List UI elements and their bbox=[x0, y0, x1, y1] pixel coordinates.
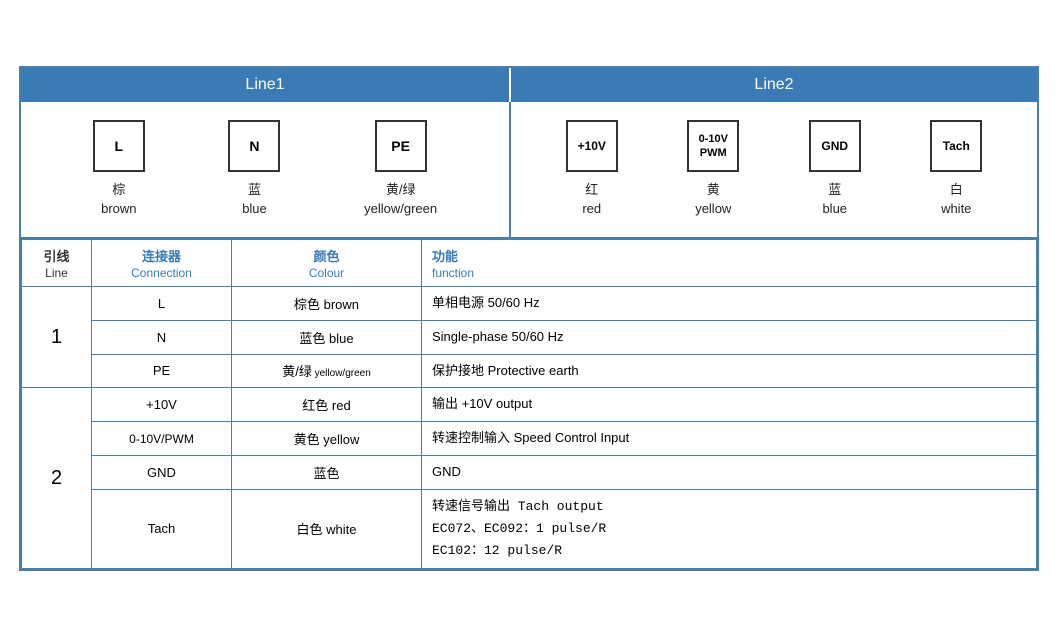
td-colour-L: 棕色 brown bbox=[232, 286, 422, 320]
diagram-line2: +10V 红red 0-10VPWM 黄yellow GND 蓝blue Tac… bbox=[511, 102, 1037, 237]
th-func-en: function bbox=[432, 266, 474, 280]
diagram-row: L 棕brown N 蓝blue PE 黄/绿yellow/green +10V… bbox=[21, 102, 1037, 239]
td-conn-N: N bbox=[92, 320, 232, 354]
header-row: Line1 Line2 bbox=[21, 68, 1037, 102]
table-header-row: 引线 Line 连接器 Connection 颜色 Colour 功能 func… bbox=[22, 239, 1037, 286]
td-colour-pwm: 黄色 yellow bbox=[232, 422, 422, 456]
table-row: PE 黄/绿 yellow/green 保护接地 Protective eart… bbox=[22, 354, 1037, 388]
connector-10v: +10V 红red bbox=[566, 120, 618, 219]
td-func-PE: 保护接地 Protective earth bbox=[422, 354, 1037, 388]
header-line1: Line1 bbox=[21, 68, 511, 102]
table-row: N 蓝色 blue Single-phase 50/60 Hz bbox=[22, 320, 1037, 354]
connector-PE: PE 黄/绿yellow/green bbox=[364, 120, 437, 219]
connector-box-L: L bbox=[93, 120, 145, 172]
header-line2: Line2 bbox=[511, 68, 1037, 102]
connector-label-PE: 黄/绿yellow/green bbox=[364, 180, 437, 219]
th-colour-zh: 颜色 bbox=[313, 249, 339, 264]
connector-pwm: 0-10VPWM 黄yellow bbox=[687, 120, 739, 219]
connector-label-GND: 蓝blue bbox=[822, 180, 847, 219]
main-container: Line1 Line2 L 棕brown N 蓝blue PE 黄/绿yello… bbox=[19, 66, 1039, 571]
td-conn-tach: Tach bbox=[92, 489, 232, 568]
td-conn-PE: PE bbox=[92, 354, 232, 388]
td-colour-gnd: 蓝色 bbox=[232, 455, 422, 489]
td-line-2: 2 bbox=[22, 388, 92, 569]
table-row: 2 +10V 红色 red 输出 +10V output bbox=[22, 388, 1037, 422]
td-line-1: 1 bbox=[22, 286, 92, 387]
connector-label-N: 蓝blue bbox=[242, 180, 267, 219]
connector-label-L: 棕brown bbox=[101, 180, 136, 219]
th-conn-en: Connection bbox=[131, 266, 192, 280]
th-conn-zh: 连接器 bbox=[142, 249, 181, 264]
td-func-gnd: GND bbox=[422, 455, 1037, 489]
th-connection: 连接器 Connection bbox=[92, 239, 232, 286]
td-func-10v: 输出 +10V output bbox=[422, 388, 1037, 422]
diagram-line1: L 棕brown N 蓝blue PE 黄/绿yellow/green bbox=[21, 102, 511, 237]
connector-N: N 蓝blue bbox=[228, 120, 280, 219]
td-func-pwm: 转速控制输入 Speed Control Input bbox=[422, 422, 1037, 456]
th-function: 功能 function bbox=[422, 239, 1037, 286]
connector-box-10v: +10V bbox=[566, 120, 618, 172]
connector-Tach: Tach 白white bbox=[930, 120, 982, 219]
connector-box-pwm: 0-10VPWM bbox=[687, 120, 739, 172]
connector-box-Tach: Tach bbox=[930, 120, 982, 172]
td-conn-L: L bbox=[92, 286, 232, 320]
th-line: 引线 Line bbox=[22, 239, 92, 286]
td-func-N: Single-phase 50/60 Hz bbox=[422, 320, 1037, 354]
td-colour-N: 蓝色 blue bbox=[232, 320, 422, 354]
td-conn-pwm: 0-10V/PWM bbox=[92, 422, 232, 456]
table-row: GND 蓝色 GND bbox=[22, 455, 1037, 489]
connector-L: L 棕brown bbox=[93, 120, 145, 219]
connector-box-PE: PE bbox=[375, 120, 427, 172]
th-colour-en: Colour bbox=[309, 266, 344, 280]
connector-box-N: N bbox=[228, 120, 280, 172]
connector-label-pwm: 黄yellow bbox=[695, 180, 731, 219]
connector-box-GND: GND bbox=[809, 120, 861, 172]
td-func-tach: 转速信号输出 Tach output EC072、EC092：1 pulse/R… bbox=[422, 489, 1037, 568]
connector-label-10v: 红red bbox=[582, 180, 601, 219]
th-line-zh: 引线 bbox=[43, 249, 69, 264]
td-colour-10v: 红色 red bbox=[232, 388, 422, 422]
th-line-en: Line bbox=[45, 266, 68, 280]
th-colour: 颜色 Colour bbox=[232, 239, 422, 286]
connector-label-Tach: 白white bbox=[941, 180, 971, 219]
td-colour-tach: 白色 white bbox=[232, 489, 422, 568]
table-row: 1 L 棕色 brown 单相电源 50/60 Hz bbox=[22, 286, 1037, 320]
connector-GND: GND 蓝blue bbox=[809, 120, 861, 219]
td-conn-gnd: GND bbox=[92, 455, 232, 489]
data-table: 引线 Line 连接器 Connection 颜色 Colour 功能 func… bbox=[21, 239, 1037, 569]
th-func-zh: 功能 bbox=[432, 249, 458, 264]
table-row: 0-10V/PWM 黄色 yellow 转速控制输入 Speed Control… bbox=[22, 422, 1037, 456]
td-conn-10v: +10V bbox=[92, 388, 232, 422]
td-colour-PE: 黄/绿 yellow/green bbox=[232, 354, 422, 388]
td-func-L: 单相电源 50/60 Hz bbox=[422, 286, 1037, 320]
table-row: Tach 白色 white 转速信号输出 Tach output EC072、E… bbox=[22, 489, 1037, 568]
